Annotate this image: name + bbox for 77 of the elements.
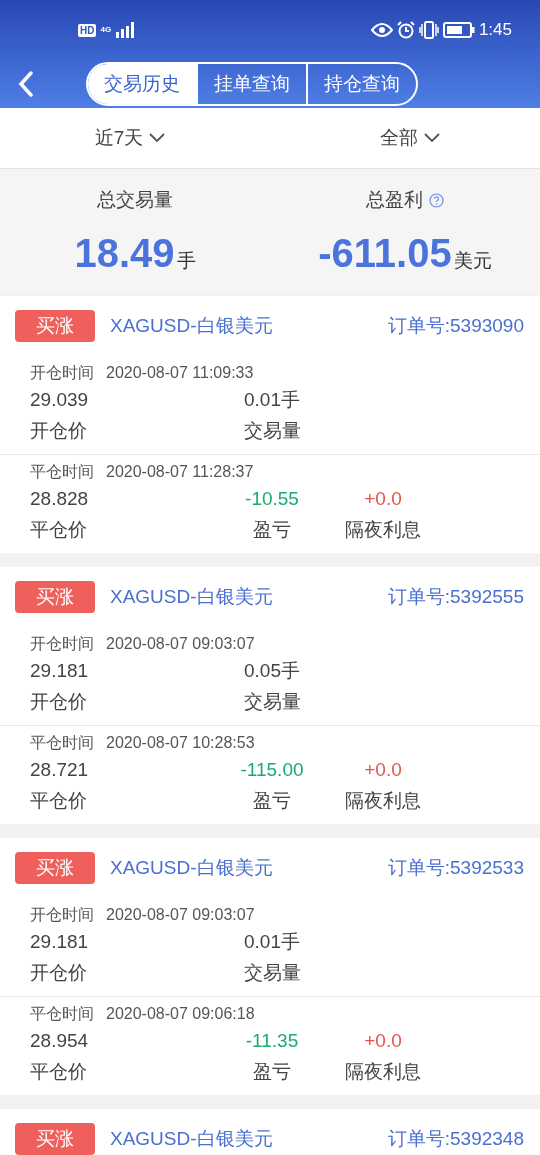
price-value: 28.828	[30, 487, 90, 511]
time-label: 平仓时间	[30, 1003, 94, 1024]
price-label: 开仓价	[30, 690, 88, 714]
chevron-down-icon	[424, 133, 440, 143]
price-value: 29.039	[30, 388, 90, 412]
order-number: 订单号:5392555	[387, 585, 524, 609]
symbol-name[interactable]: XAGUSD-白银美元	[110, 584, 388, 610]
profit-value: -11.35	[245, 1029, 299, 1053]
volume-value: 0.01手	[244, 388, 300, 412]
eye-icon	[370, 22, 393, 38]
side-tag: 买涨	[15, 852, 95, 884]
side-tag: 买涨	[15, 1123, 95, 1155]
time-value: 2020-08-07 09:03:07	[106, 906, 255, 924]
swap-value: +0.0	[364, 1029, 402, 1053]
tab[interactable]: 持仓查询	[306, 64, 416, 104]
price-value: 28.954	[30, 1029, 90, 1053]
volume-label: 交易量	[243, 961, 301, 985]
time-label: 开仓时间	[30, 904, 94, 925]
volume-label: 交易量	[243, 419, 301, 443]
time-value: 2020-08-07 09:03:07	[106, 635, 255, 653]
profit-value: -115.00	[240, 758, 304, 782]
vibrate-icon	[418, 21, 439, 39]
summary-value: 18.49	[74, 231, 175, 276]
swap-value: +0.0	[364, 487, 402, 511]
help-icon[interactable]	[429, 192, 444, 208]
chevron-down-icon	[149, 133, 166, 143]
time-label: 开仓时间	[30, 633, 94, 654]
network-type: 4G	[100, 26, 112, 34]
price-label: 开仓价	[30, 961, 88, 985]
filter-dropdown[interactable]: 全部	[380, 125, 440, 151]
order-number: 订单号:5392348	[387, 1127, 524, 1151]
time-value: 2020-08-07 11:28:37	[106, 463, 254, 481]
time-value: 2020-08-07 09:06:18	[106, 1005, 255, 1023]
side-tag: 买涨	[15, 581, 95, 613]
profit-label: 盈亏	[253, 1060, 291, 1084]
order-number: 订单号:5392533	[387, 856, 524, 880]
volume-value: 0.01手	[244, 930, 300, 954]
swap-label: 隔夜利息	[345, 1060, 421, 1084]
clock-time: 1:45	[478, 20, 512, 40]
time-value: 2020-08-07 10:28:53	[106, 734, 255, 752]
price-label: 平仓价	[30, 1060, 88, 1084]
swap-label: 隔夜利息	[345, 789, 421, 813]
price-label: 开仓价	[30, 419, 88, 443]
unit-label: 美元	[453, 249, 492, 273]
volume-label: 交易量	[243, 690, 301, 714]
alarm-icon	[396, 21, 415, 39]
profit-label: 盈亏	[253, 789, 291, 813]
time-label: 平仓时间	[30, 461, 94, 482]
unit-label: 手	[176, 249, 196, 273]
time-label: 开仓时间	[30, 362, 94, 383]
summary-value: -611.05	[318, 231, 452, 276]
hd-indicator: HD	[78, 23, 97, 37]
price-label: 平仓价	[30, 518, 88, 542]
price-value: 29.181	[30, 659, 90, 683]
summary-label: 总交易量	[97, 188, 173, 212]
battery-icon	[442, 22, 475, 38]
order-number: 订单号:5393090	[387, 314, 524, 338]
tab[interactable]: 挂单查询	[196, 64, 306, 104]
swap-value: +0.0	[364, 758, 402, 782]
price-value: 28.721	[30, 758, 90, 782]
profit-value: -10.55	[245, 487, 299, 511]
side-tag: 买涨	[15, 310, 95, 342]
time-value: 2020-08-07 11:09:33	[106, 364, 254, 382]
price-value: 29.181	[30, 930, 90, 954]
volume-value: 0.05手	[244, 659, 300, 683]
symbol-name[interactable]: XAGUSD-白银美元	[110, 313, 388, 339]
profit-label: 盈亏	[253, 518, 291, 542]
back-icon[interactable]	[18, 71, 34, 97]
filter-dropdown[interactable]: 近7天	[94, 125, 166, 151]
symbol-name[interactable]: XAGUSD-白银美元	[110, 855, 388, 881]
swap-label: 隔夜利息	[345, 518, 421, 542]
signal-icon	[115, 22, 136, 38]
summary-label: 总盈利	[366, 188, 423, 212]
symbol-name[interactable]: XAGUSD-白银美元	[110, 1126, 388, 1152]
tab[interactable]: 交易历史	[88, 64, 196, 104]
price-label: 平仓价	[30, 789, 88, 813]
time-label: 平仓时间	[30, 732, 94, 753]
